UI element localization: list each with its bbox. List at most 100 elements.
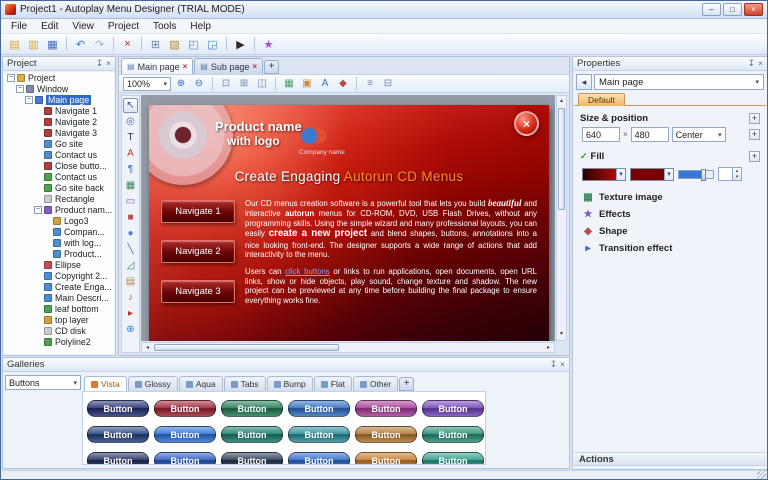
close-button[interactable]: × — [744, 3, 763, 16]
design-navigate-1-button[interactable]: Navigate 1 — [161, 200, 235, 223]
video-tool[interactable]: ▸ — [123, 306, 138, 321]
close-panel-icon[interactable]: × — [758, 59, 763, 68]
delete-button[interactable]: × — [119, 36, 136, 52]
gallery-tab-bump[interactable]: Bump — [267, 376, 313, 391]
paste-button[interactable]: ▨ — [166, 36, 183, 52]
fill-color-2[interactable]: ▾ — [630, 168, 674, 181]
tree-expander-icon[interactable]: − — [25, 96, 33, 104]
slider-handle[interactable] — [701, 169, 706, 181]
tree-item-go-site-back[interactable]: Go site back — [4, 182, 114, 193]
scroll-up-icon[interactable]: ▴ — [558, 97, 565, 106]
back-arrow-icon[interactable]: ◂ — [576, 74, 592, 90]
tree-expander-icon[interactable]: − — [16, 85, 24, 93]
grid-button[interactable]: ⊞ — [236, 76, 252, 91]
snap-button[interactable]: ◫ — [254, 76, 270, 91]
tree-item-main-descri[interactable]: Main Descri... — [4, 292, 114, 303]
gallery-button-sample[interactable]: Button — [87, 426, 149, 443]
insert-shape-button[interactable]: ◆ — [335, 76, 351, 91]
tree-item-contact-us[interactable]: Contact us — [4, 149, 114, 160]
gallery-button-sample[interactable]: Button — [355, 400, 417, 417]
tab-sub-page[interactable]: ▤Sub page× — [194, 58, 263, 74]
button-tool[interactable]: ▭ — [123, 194, 138, 209]
properties-target-combo[interactable]: Main page ▾ — [594, 74, 764, 90]
send-back-button[interactable]: ◲ — [204, 36, 221, 52]
copy-button[interactable]: ⊞ — [147, 36, 164, 52]
pin-icon[interactable]: ↧ — [96, 59, 103, 68]
tree-item-leaf-bottom[interactable]: leaf bottom — [4, 303, 114, 314]
design-navigate-3-button[interactable]: Navigate 3 — [161, 280, 235, 303]
gallery-button-sample[interactable]: Button — [87, 452, 149, 465]
property-section-texture-image[interactable]: ▦Texture image — [582, 190, 760, 205]
gallery-tab-other[interactable]: Other — [353, 376, 398, 391]
height-field[interactable] — [631, 127, 669, 142]
size-position-section-header[interactable]: Size & position + — [580, 112, 760, 125]
menu-item-project[interactable]: Project — [101, 20, 146, 33]
menu-item-help[interactable]: Help — [183, 20, 218, 33]
align-combo[interactable]: Center ▾ — [672, 127, 726, 142]
property-section-transition-effect[interactable]: ▸Transition effect — [582, 241, 760, 256]
actions-section-header[interactable]: Actions — [574, 452, 766, 466]
tree-item-go-site[interactable]: Go site — [4, 138, 114, 149]
spinner-arrows-icon[interactable]: ▴▾ — [732, 168, 741, 180]
scroll-down-icon[interactable]: ▾ — [558, 330, 565, 339]
polyline-tool[interactable]: ◿ — [123, 258, 138, 273]
close-panel-icon[interactable]: × — [560, 360, 565, 369]
tree-item-product[interactable]: Product... — [4, 248, 114, 259]
tree-item-with-log[interactable]: with log... — [4, 237, 114, 248]
tab-main-page[interactable]: ▤Main page× — [121, 58, 193, 74]
vertical-scrollbar[interactable]: ▴ ▾ — [556, 95, 567, 341]
menu-item-tools[interactable]: Tools — [146, 20, 183, 33]
zoom-tool[interactable]: ◎ — [123, 114, 138, 129]
tree-item-contact-us[interactable]: Contact us — [4, 171, 114, 182]
tab-close-icon[interactable]: × — [252, 62, 257, 71]
gallery-button-sample[interactable]: Button — [288, 452, 350, 465]
tree-item-logo3[interactable]: Logo3 — [4, 215, 114, 226]
tree-item-cd-disk[interactable]: CD disk — [4, 325, 114, 336]
fill-color-1[interactable]: ▾ — [582, 168, 626, 181]
gallery-button-sample[interactable]: Button — [154, 426, 216, 443]
property-section-shape[interactable]: ◆Shape — [582, 224, 760, 239]
scroll-left-icon[interactable]: ◂ — [143, 344, 152, 353]
open-button[interactable]: ▥ — [25, 36, 42, 52]
gallery-button-sample[interactable]: Button — [422, 426, 484, 443]
expand-icon[interactable]: + — [749, 129, 760, 140]
zoom-out-button[interactable]: ⊖ — [191, 76, 207, 91]
tree-item-navigate-1[interactable]: Navigate 1 — [4, 105, 114, 116]
rectangle-tool[interactable]: ■ — [123, 210, 138, 225]
design-navigate-2-button[interactable]: Navigate 2 — [161, 240, 235, 263]
pin-icon[interactable]: ↧ — [550, 360, 557, 369]
tree-item-project[interactable]: −Project — [4, 72, 114, 83]
select-tool[interactable]: ↖ — [123, 98, 138, 113]
tree-item-navigate-3[interactable]: Navigate 3 — [4, 127, 114, 138]
minimize-button[interactable]: – — [702, 3, 721, 16]
preview-button[interactable]: ▶ — [232, 36, 249, 52]
line-tool[interactable]: ╲ — [123, 242, 138, 257]
order-button[interactable]: ⊟ — [380, 76, 396, 91]
text-tool[interactable]: T — [123, 130, 138, 145]
insert-image-button[interactable]: ▣ — [299, 76, 315, 91]
zoom-in-button[interactable]: ⊕ — [173, 76, 189, 91]
insert-table-button[interactable]: ▦ — [281, 76, 297, 91]
gallery-button-sample[interactable]: Button — [422, 452, 484, 465]
expand-icon[interactable]: + — [749, 151, 760, 162]
gallery-button-sample[interactable]: Button — [355, 452, 417, 465]
gallery-button-sample[interactable]: Button — [221, 426, 283, 443]
insert-text-button[interactable]: A — [317, 76, 333, 91]
width-field[interactable] — [582, 127, 620, 142]
gallery-button-sample[interactable]: Button — [288, 426, 350, 443]
bring-front-button[interactable]: ◰ — [185, 36, 202, 52]
gallery-tab-vista[interactable]: Vista — [84, 376, 127, 391]
property-section-effects[interactable]: ★Effects — [582, 207, 760, 222]
gallery-tab-glossy[interactable]: Glossy — [128, 376, 178, 391]
tree-item-close-butto[interactable]: Close butto... — [4, 160, 114, 171]
undo-button[interactable]: ↶ — [72, 36, 89, 52]
tree-expander-icon[interactable]: − — [7, 74, 15, 82]
expand-icon[interactable]: + — [749, 113, 760, 124]
tree-item-main-page[interactable]: −Main page — [4, 94, 114, 105]
close-panel-icon[interactable]: × — [106, 59, 111, 68]
paragraph-tool[interactable]: ¶ — [123, 162, 138, 177]
maximize-button[interactable]: □ — [723, 3, 742, 16]
tab-close-icon[interactable]: × — [183, 62, 188, 71]
tree-item-product-nam[interactable]: −Product nam... — [4, 204, 114, 215]
horizontal-scrollbar[interactable]: ◂ ▸ — [141, 342, 555, 353]
